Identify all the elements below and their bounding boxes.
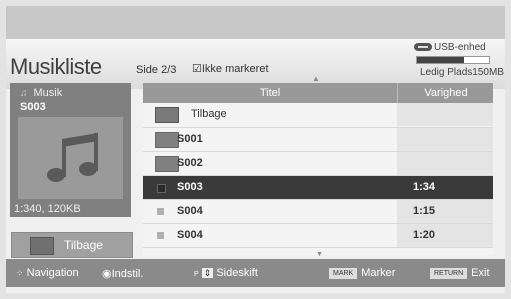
list-item-duration: 1:15 [413, 205, 436, 217]
list-item[interactable]: S002 [143, 152, 493, 176]
list-item[interactable]: S004 1:15 [143, 200, 493, 224]
footer-ok-label: Indstil. [111, 268, 144, 280]
list-item-duration: 1:20 [413, 229, 436, 241]
footer-navigation-label: Navigation [26, 267, 79, 279]
list-item-label: S002 [177, 157, 203, 169]
return-key: RETURN [430, 267, 468, 279]
file-list: Titel Varighed Tilbage S001 S002 S003 1:… [143, 83, 493, 255]
back-button-label: Tilbage [64, 238, 103, 252]
back-folder-icon [30, 237, 54, 255]
list-item-label: Tilbage [191, 108, 227, 120]
page-indicator: Side 2/3 [136, 64, 177, 76]
page-key: P [194, 271, 199, 278]
checkbox-label: Ikke markeret [201, 63, 269, 75]
list-item-label: S003 [177, 181, 203, 193]
top-band [6, 6, 505, 39]
usb-usage-bar [416, 56, 490, 64]
checkbox-icon: ☑ [192, 63, 202, 75]
music-category-icon: ♫ [20, 88, 28, 99]
page-title: Musikliste [10, 54, 102, 79]
footer-navigation: ⁘ Navigation [16, 267, 79, 279]
usb-usage-fill [417, 57, 464, 63]
duration-cell [397, 128, 493, 151]
mark-checkbox-icon[interactable] [157, 208, 164, 215]
duration-cell [397, 152, 493, 175]
folder-icon [155, 132, 179, 148]
list-item[interactable]: S004 1:20 [143, 224, 493, 248]
duration-cell [397, 176, 493, 199]
usb-device: USB-enhed [414, 42, 486, 53]
footer-mark: MARK Marker [329, 267, 395, 279]
folder-icon [155, 156, 179, 172]
free-space: Ledig Plads150MB [420, 67, 504, 78]
usb-label: USB-enhed [434, 42, 486, 53]
footer-page-change: P ⇕ Sideskift [194, 267, 258, 279]
column-duration: Varighed [397, 83, 494, 103]
list-item-duration: 1:34 [413, 181, 436, 193]
preview-meta: 1:340, 120KB [14, 203, 81, 215]
list-item-back[interactable]: Tilbage [143, 103, 493, 128]
list-item-label: S001 [177, 133, 203, 145]
preview-category: ♫ Musik [20, 87, 62, 99]
back-button[interactable]: Tilbage [11, 232, 133, 258]
preview-file-name: S003 [20, 101, 46, 113]
preview-panel: ♫ Musik S003 1:340, 120KB [10, 83, 131, 217]
album-art [18, 117, 123, 199]
back-folder-icon [155, 107, 179, 123]
page-up-down-icon: ⇕ [201, 268, 214, 278]
usb-icon [414, 43, 432, 52]
footer-page-change-label: Sideskift [216, 267, 258, 279]
column-title: Titel [259, 87, 281, 99]
footer-mark-label: Marker [361, 267, 396, 279]
mark-key: MARK [329, 267, 358, 279]
duration-cell [397, 103, 493, 126]
list-header: Titel Varighed [143, 83, 493, 103]
ok-button-icon: ◉ [102, 268, 112, 280]
mark-filter-checkbox[interactable]: ☑Ikke markeret [192, 62, 269, 75]
footer-help-bar: ⁘ Navigation ◉Indstil. P ⇕ Sideskift MAR… [6, 259, 505, 287]
scroll-down-icon[interactable]: ▼ [316, 251, 323, 258]
music-note-icon [47, 133, 98, 182]
footer-exit: RETURN Exit [430, 267, 490, 279]
list-item-selected[interactable]: S003 1:34 [143, 176, 493, 200]
scroll-up-icon[interactable]: ▲ [312, 74, 320, 83]
preview-category-label: Musik [33, 87, 63, 99]
footer-exit-label: Exit [471, 267, 490, 279]
mark-checkbox-icon[interactable] [157, 232, 164, 239]
navigation-icon: ⁘ [16, 268, 24, 278]
mark-checkbox-icon[interactable] [157, 184, 166, 193]
list-item-label: S004 [177, 205, 203, 217]
list-item-label: S004 [177, 229, 203, 241]
footer-ok: ◉Indstil. [102, 267, 143, 280]
duration-cell [397, 224, 493, 247]
duration-cell [397, 200, 493, 223]
list-item[interactable]: S001 [143, 128, 493, 152]
